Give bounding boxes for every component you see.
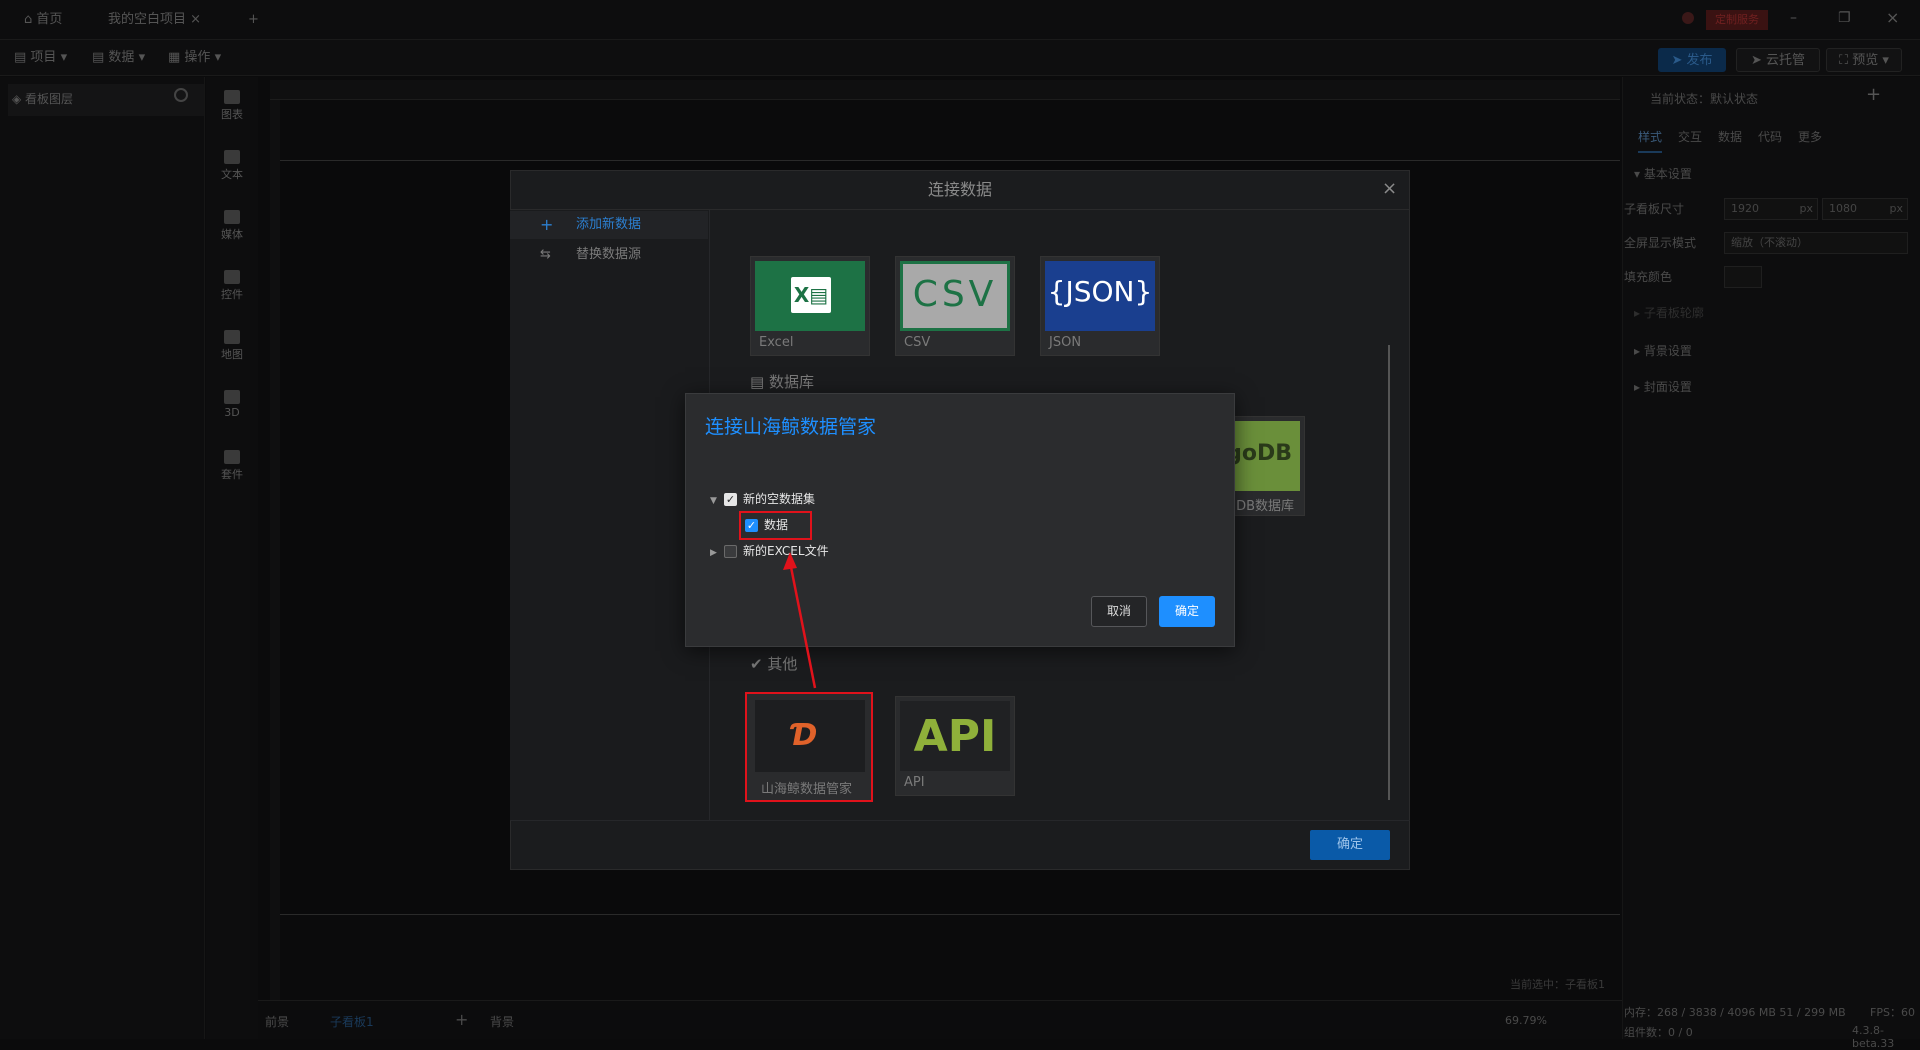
annotation-arrow	[783, 552, 817, 689]
